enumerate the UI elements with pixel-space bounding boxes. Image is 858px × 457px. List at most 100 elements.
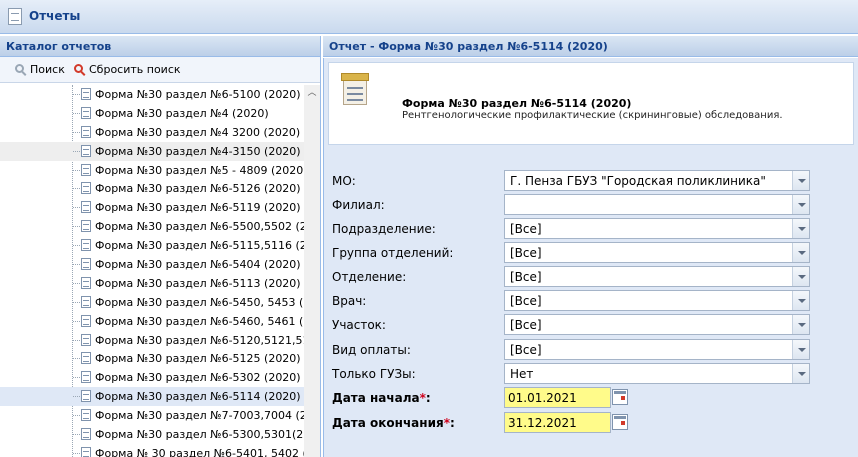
tree-item-label: Форма №30 раздел №4 3200 (2020) — [95, 125, 301, 139]
chevron-down-icon[interactable] — [792, 364, 809, 383]
vid-oplaty-combobox[interactable]: [Все] — [504, 339, 810, 360]
otdelenie-combobox[interactable]: [Все] — [504, 266, 810, 287]
report-params-form: МО: Г. Пенза ГБУЗ "Городская поликлиника… — [324, 150, 858, 457]
report-file-icon — [81, 239, 91, 252]
report-file-icon — [81, 163, 91, 176]
report-file-icon — [81, 144, 91, 157]
tree-item[interactable]: Форма №30 раздел №6-5126 (2020) — [0, 179, 304, 198]
chevron-down-icon[interactable] — [792, 195, 809, 214]
chevron-down-icon[interactable] — [792, 243, 809, 262]
tree-item-label: Форма №30 раздел №4 (2020) — [95, 106, 269, 120]
vid-oplaty-label: Вид оплаты: — [332, 343, 411, 357]
tree-item[interactable]: Форма № 30 раздел №6-5401, 5402 (2( — [0, 444, 304, 457]
tree-item-label: Форма №30 раздел №6-5115,5116 (202 — [95, 239, 304, 253]
date-start-input[interactable]: 01.01.2021 — [504, 387, 611, 408]
tolko-guz-label: Только ГУЗы: — [332, 367, 416, 381]
field-row-vrach: Врач: [Все] — [324, 290, 858, 313]
filial-label: Филиал: — [332, 198, 385, 212]
tree-item[interactable]: Форма №30 раздел №6-5115,5116 (202 — [0, 236, 304, 255]
filial-combobox[interactable] — [504, 194, 810, 215]
report-info: Форма №30 раздел №6-5114 (2020) Рентгено… — [328, 62, 854, 145]
report-tree[interactable]: Форма №30 раздел №6-5100 (2020) Форма №30… — [0, 85, 304, 457]
calendar-icon[interactable] — [612, 389, 628, 405]
report-file-icon — [81, 220, 91, 233]
date-end-input[interactable]: 31.12.2021 — [504, 412, 611, 433]
report-file-icon — [81, 409, 91, 422]
tree-item[interactable]: Форма №30 раздел №6-5100 (2020) — [0, 85, 304, 104]
field-row-gruppa: Группа отделений: [Все] — [324, 242, 858, 265]
tree-item[interactable]: Форма №30 раздел №4 (2020) — [0, 104, 304, 123]
tree-item-label: Форма №30 раздел №6-5119 (2020) — [95, 201, 301, 215]
tree-item-label: Форма № 30 раздел №6-5401, 5402 (2( — [95, 446, 304, 457]
report-file-icon — [81, 276, 91, 289]
field-row-date-end: Дата окончания*: 31.12.2021 — [324, 412, 858, 435]
mo-combobox[interactable]: Г. Пенза ГБУЗ "Городская поликлиника" — [504, 170, 810, 191]
tree-item-label: Форма №30 раздел №6-5300,5301(202 — [95, 428, 304, 442]
vrach-label: Врач: — [332, 294, 367, 308]
tree-scrollbar[interactable]: ︿ — [304, 85, 320, 457]
field-row-tolko-guz: Только ГУЗы: Нет — [324, 363, 858, 386]
tolko-guz-value: Нет — [510, 367, 534, 381]
tree-item[interactable]: Форма №30 раздел №6-5119 (2020) — [0, 198, 304, 217]
scroll-up-arrow-icon[interactable]: ︿ — [304, 85, 320, 101]
gruppa-combobox[interactable]: [Все] — [504, 242, 810, 263]
tree-item[interactable]: Форма №30 раздел №7-7003,7004 (202 — [0, 406, 304, 425]
tree-item[interactable]: Форма №30 раздел №5 - 4809 (2020) — [0, 161, 304, 180]
date-start-value: 01.01.2021 — [508, 391, 577, 405]
chevron-down-icon[interactable] — [792, 219, 809, 238]
tree-item-label: Форма №30 раздел №6-5126 (2020) — [95, 182, 301, 196]
report-file-icon — [81, 201, 91, 214]
tree-item-label: Форма №30 раздел №6-5450, 5453 (20 — [95, 295, 304, 309]
reset-search-button-label: Сбросить поиск — [89, 63, 181, 76]
chevron-down-icon[interactable] — [792, 291, 809, 310]
report-file-icon — [81, 352, 91, 365]
reset-search-button[interactable]: Сбросить поиск — [74, 63, 181, 76]
chevron-down-icon[interactable] — [792, 267, 809, 286]
tree-item[interactable]: Форма №30 раздел №6-5302 (2020) — [0, 368, 304, 387]
search-button[interactable]: Поиск — [15, 63, 65, 76]
tree-item[interactable]: Форма №30 раздел №6-5460, 5461 (20 — [0, 312, 304, 331]
chevron-down-icon[interactable] — [792, 171, 809, 190]
field-row-filial: Филиал: — [324, 194, 858, 217]
report-file-icon — [81, 428, 91, 441]
podrazdelenie-label: Подразделение: — [332, 222, 436, 236]
tree-item-label: Форма №30 раздел №6-5500,5502 (202 — [95, 220, 304, 234]
tree-item[interactable]: Форма №30 раздел №6-5120,5121,512 — [0, 331, 304, 350]
vid-oplaty-value: [Все] — [510, 343, 542, 357]
vrach-value: [Все] — [510, 294, 542, 308]
tree-item[interactable]: Форма №30 раздел №6-5450, 5453 (20 — [0, 293, 304, 312]
tree-item[interactable]: Форма №30 раздел №6-5500,5502 (202 — [0, 217, 304, 236]
uchastok-combobox[interactable]: [Все] — [504, 314, 810, 335]
tree-item[interactable]: Форма №30 раздел №6-5125 (2020) — [0, 349, 304, 368]
report-file-icon — [81, 314, 91, 327]
tree-item-label: Форма №30 раздел №4-3150 (2020) — [95, 144, 301, 158]
field-row-otdelenie: Отделение: [Все] — [324, 266, 858, 289]
tree-item[interactable]: Форма №30 раздел №6-5114 (2020) — [0, 387, 304, 407]
mo-label: МО: — [332, 174, 356, 188]
vrach-combobox[interactable]: [Все] — [504, 290, 810, 311]
document-icon — [8, 8, 22, 25]
search-icon — [15, 63, 27, 76]
calendar-icon[interactable] — [612, 414, 628, 430]
report-file-icon — [81, 125, 91, 138]
field-row-vid-oplaty: Вид оплаты: [Все] — [324, 339, 858, 362]
podrazdelenie-combobox[interactable]: [Все] — [504, 218, 810, 239]
tree-item[interactable]: Форма №30 раздел №6-5113 (2020) — [0, 274, 304, 293]
report-file-icon — [81, 371, 91, 384]
tree-item[interactable]: Форма №30 раздел №6-5404 (2020) — [0, 255, 304, 274]
tree-item[interactable]: Форма №30 раздел №4 3200 (2020) — [0, 123, 304, 142]
otdelenie-label: Отделение: — [332, 270, 407, 284]
tree-item-label: Форма №30 раздел №6-5125 (2020) — [95, 352, 301, 366]
tolko-guz-combobox[interactable]: Нет — [504, 363, 810, 384]
chevron-down-icon[interactable] — [792, 340, 809, 359]
tree-item-label: Форма №30 раздел №6-5100 (2020) — [95, 88, 301, 101]
report-panel: Отчет - Форма №30 раздел №6-5114 (2020) … — [323, 36, 858, 457]
field-row-date-start: Дата начала*: 01.01.2021 — [324, 387, 858, 410]
date-end-label: Дата окончания*: — [332, 416, 455, 430]
report-file-icon — [81, 258, 91, 271]
chevron-down-icon[interactable] — [792, 315, 809, 334]
uchastok-value: [Все] — [510, 318, 542, 332]
field-row-mo: МО: Г. Пенза ГБУЗ "Городская поликлиника… — [324, 170, 858, 193]
tree-item[interactable]: Форма №30 раздел №6-5300,5301(202 — [0, 425, 304, 444]
tree-item[interactable]: Форма №30 раздел №4-3150 (2020) — [0, 141, 304, 161]
